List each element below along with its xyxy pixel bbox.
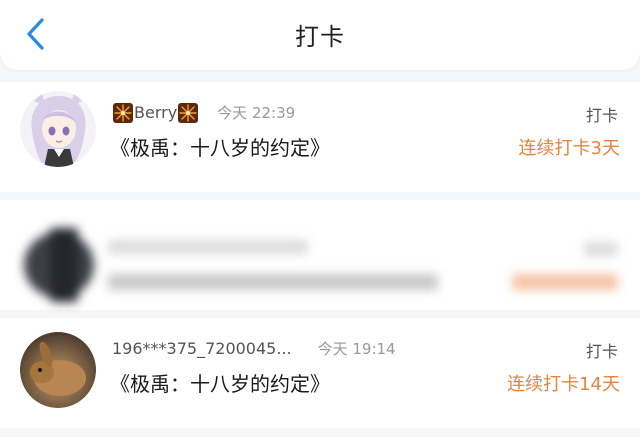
checkin-type: 打卡 <box>585 342 618 361</box>
rabbit-avatar <box>20 332 96 408</box>
page-title: 打卡 <box>295 23 345 51</box>
blurred-block <box>108 240 308 254</box>
blurred-block <box>50 228 78 302</box>
streak-label: 连续打卡3天 <box>518 138 620 159</box>
list-item[interactable]: 196***375_7200045... 今天 19:14 《极禹：十八岁的约定… <box>0 318 640 428</box>
blurred-block <box>108 274 438 290</box>
name-row: Berry 今天 22:39 <box>112 102 295 123</box>
name-row: 196***375_7200045... 今天 19:14 <box>112 338 396 359</box>
firework-icon <box>178 102 199 123</box>
username[interactable]: 196***375_7200045... <box>112 339 292 358</box>
avatar[interactable] <box>20 332 96 408</box>
book-title[interactable]: 《极禹：十八岁的约定》 <box>110 132 330 161</box>
timestamp: 今天 19:14 <box>317 340 396 358</box>
firework-icon <box>113 102 133 123</box>
streak-label: 连续打卡14天 <box>507 374 620 395</box>
list-item[interactable]: Berry 今天 22:39 《极禹：十八岁的约定》 打卡 连续打卡3天 <box>0 82 640 192</box>
checkin-list: Berry 今天 22:39 《极禹：十八岁的约定》 打卡 连续打卡3天 196… <box>0 82 640 436</box>
anime-girl-avatar <box>20 91 96 167</box>
username[interactable]: Berry <box>134 103 177 122</box>
blurred-block <box>584 242 618 256</box>
checkin-type: 打卡 <box>585 106 618 125</box>
blurred-block <box>512 274 618 290</box>
book-title[interactable]: 《极禹：十八岁的约定》 <box>110 368 330 397</box>
header-bar: 打卡 <box>0 0 640 70</box>
list-item-blurred[interactable] <box>0 200 640 310</box>
timestamp: 今天 22:39 <box>217 104 296 122</box>
avatar[interactable] <box>20 91 96 167</box>
